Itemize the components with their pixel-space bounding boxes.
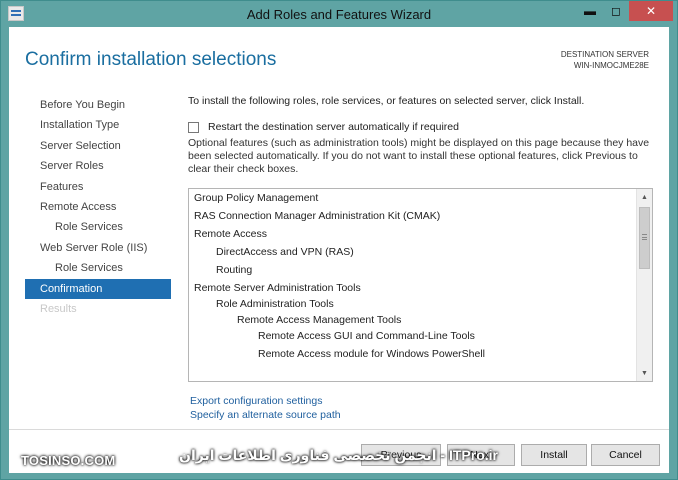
scroll-down-icon[interactable]: ▼: [637, 365, 652, 381]
destination-server: DESTINATION SERVER WIN-INMOCJME28E: [561, 49, 649, 71]
maximize-button[interactable]: ◻: [603, 1, 629, 21]
list-item: Role Administration Tools: [216, 298, 334, 310]
list-item: Routing: [216, 264, 253, 276]
list-item: Remote Access module for Windows PowerSh…: [258, 348, 486, 360]
nav-item-server-roles[interactable]: Server Roles: [25, 156, 171, 176]
restart-checkbox[interactable]: [188, 121, 199, 133]
wizard-window: Add Roles and Features Wizard ▬ ◻ ✕ Conf…: [0, 0, 678, 480]
watermark-left: TOSINSO.COM: [21, 453, 116, 468]
nav-item-web-server-role[interactable]: Web Server Role (IIS): [25, 238, 171, 258]
minimize-button[interactable]: ▬: [577, 1, 603, 21]
nav-item-remote-access[interactable]: Remote Access: [25, 197, 171, 217]
title-bar[interactable]: Add Roles and Features Wizard ▬ ◻ ✕: [1, 1, 677, 27]
restart-checkbox-row[interactable]: Restart the destination server automatic…: [188, 121, 459, 133]
nav-item-web-server-role-services[interactable]: Role Services: [25, 258, 171, 278]
list-item: Remote Access: [194, 228, 267, 240]
export-configuration-link[interactable]: Export configuration settings: [190, 394, 341, 408]
list-item: Remote Server Administration Tools: [194, 282, 361, 294]
wizard-nav: Before You Begin Installation Type Serve…: [25, 95, 171, 319]
watermark-right: انجمن تخصصی فناوری اطلاعات ایران - ITPro…: [179, 447, 498, 463]
page-title: Confirm installation selections: [25, 49, 277, 70]
list-item: Group Policy Management: [194, 192, 319, 204]
optional-features-text: Optional features (such as administratio…: [188, 137, 650, 175]
content-pane: To install the following roles, role ser…: [188, 95, 658, 421]
wizard-client-area: Confirm installation selections DESTINAT…: [9, 27, 669, 473]
list-item: DirectAccess and VPN (RAS): [216, 246, 354, 258]
options-links: Export configuration settings Specify an…: [190, 394, 341, 422]
nav-item-confirmation[interactable]: Confirmation: [25, 278, 171, 299]
cancel-button[interactable]: Cancel: [591, 444, 660, 466]
scroll-up-icon[interactable]: ▲: [637, 189, 652, 205]
install-button[interactable]: Install: [521, 444, 587, 466]
nav-item-installation-type[interactable]: Installation Type: [25, 115, 171, 135]
grip-icon: [642, 234, 647, 240]
restart-checkbox-label[interactable]: Restart the destination server automatic…: [208, 121, 459, 133]
list-item: Remote Access GUI and Command-Line Tools: [258, 330, 475, 342]
intro-text: To install the following roles, role ser…: [188, 95, 585, 107]
scrollbar-thumb[interactable]: [639, 207, 650, 269]
destination-server-label: DESTINATION SERVER: [560, 50, 649, 59]
selected-features-items: Group Policy Management RAS Connection M…: [189, 189, 637, 381]
nav-item-server-selection[interactable]: Server Selection: [25, 136, 171, 156]
nav-item-features[interactable]: Features: [25, 177, 171, 197]
list-item: Remote Access Management Tools: [237, 314, 402, 326]
list-scrollbar[interactable]: ▲ ▼: [636, 189, 652, 381]
window-controls: ▬ ◻ ✕: [577, 1, 673, 21]
window-title: Add Roles and Features Wizard: [246, 7, 432, 22]
close-button[interactable]: ✕: [629, 1, 673, 21]
nav-item-remote-access-role-services[interactable]: Role Services: [25, 217, 171, 237]
alternate-source-link[interactable]: Specify an alternate source path: [190, 408, 341, 422]
list-item: RAS Connection Manager Administration Ki…: [194, 210, 441, 222]
destination-server-value: WIN-INMOCJME28E: [573, 61, 649, 70]
nav-item-before-you-begin[interactable]: Before You Begin: [25, 95, 171, 115]
selected-features-list[interactable]: Group Policy Management RAS Connection M…: [188, 188, 653, 382]
nav-item-results: Results: [40, 302, 77, 315]
